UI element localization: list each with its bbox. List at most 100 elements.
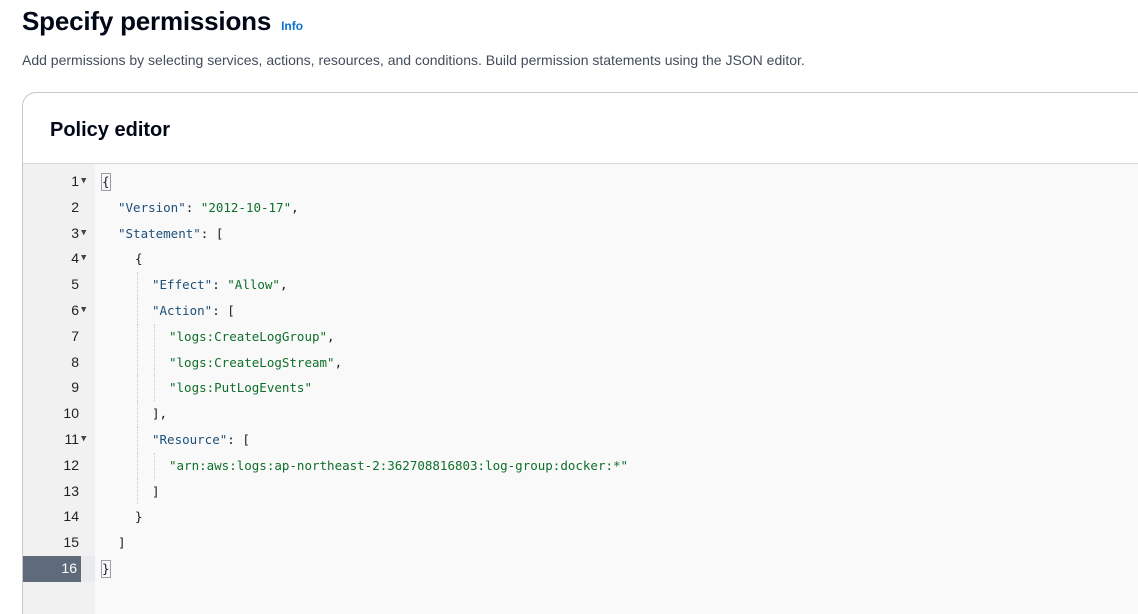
fold-toggle-icon[interactable]: ▼: [81, 427, 86, 453]
code-token: ]: [152, 483, 160, 499]
code-token: }: [101, 559, 111, 578]
line-number: 1: [71, 173, 79, 189]
panel-header: Policy editor: [23, 93, 1138, 164]
code-line[interactable]: 1 ▼ {: [23, 169, 1138, 195]
line-number: 7: [71, 327, 79, 344]
code-text: "logs:CreateLogStream",: [169, 350, 342, 376]
code-line[interactable]: 5 "Effect": "Allow",: [23, 272, 1138, 298]
indent-guide: [154, 375, 155, 402]
indent-guide: [137, 323, 138, 350]
indent-guide: [154, 323, 155, 350]
indent-guide: [137, 349, 138, 376]
code-token: {: [101, 173, 111, 191]
indent-guide: [137, 272, 138, 298]
code-text: ]: [152, 479, 160, 505]
code-text: {: [101, 169, 111, 195]
page-header: Specify permissions Info: [22, 6, 303, 37]
info-link[interactable]: Info: [281, 19, 303, 33]
code-line[interactable]: 6 ▼ "Action": [: [23, 297, 1138, 324]
code-token: :: [212, 277, 228, 293]
fold-toggle-icon[interactable]: ▼: [81, 169, 86, 195]
line-number: 14: [63, 508, 79, 525]
code-text: "Statement": [: [118, 221, 223, 247]
indent-guide: [154, 349, 155, 376]
code-token: : [: [212, 302, 235, 318]
code-text: "Effect": "Allow",: [152, 272, 288, 298]
code-token: "Effect": [152, 277, 213, 293]
code-line[interactable]: 13]: [23, 478, 1138, 505]
line-number: 15: [63, 534, 79, 551]
indent-guide: [137, 297, 138, 324]
code-token: "2012-10-17": [200, 199, 292, 215]
code-text: "Resource": [: [152, 427, 250, 453]
fold-toggle-icon[interactable]: ▼: [81, 221, 86, 247]
json-editor[interactable]: 1 ▼{2 "Version": "2012-10-17", 3 ▼ "Statement…: [23, 164, 1138, 614]
code-token: "Allow": [227, 277, 280, 293]
code-line[interactable]: 8 "logs:CreateLogStream",: [23, 349, 1138, 376]
code-text: "Version": "2012-10-17",: [118, 195, 299, 221]
panel-title: Policy editor: [50, 119, 171, 141]
code-text: }: [135, 504, 143, 530]
code-token: "Action": [152, 302, 213, 318]
code-token: : [: [200, 225, 224, 241]
code-line[interactable]: 15]: [23, 530, 1138, 556]
indent-guide: [154, 452, 155, 479]
code-text: }: [101, 556, 111, 582]
code-text: "logs:PutLogEvents": [169, 375, 312, 401]
line-number: 10: [63, 405, 79, 422]
policy-editor-panel: Policy editor 1 ▼{2 "Version": "2012-10-17…: [22, 92, 1138, 614]
code-token: "arn:aws:logs:ap-northeast-2:36270881680…: [169, 457, 629, 473]
code-token: "Resource": [152, 431, 228, 447]
code-line[interactable]: 2 "Version": "2012-10-17",: [23, 195, 1138, 221]
code-token: "logs:CreateLogGroup": [169, 328, 328, 344]
indent-guide: [137, 426, 138, 453]
code-line[interactable]: 14}: [23, 504, 1138, 530]
code-token: :: [185, 199, 201, 215]
code-token: "Version": [118, 199, 186, 215]
code-line[interactable]: 12 "arn:aws:logs:ap-northeast-2:362708816…: [23, 452, 1138, 479]
line-number: 11: [64, 430, 79, 447]
code-token: ,: [291, 199, 299, 215]
code-text: ]: [118, 530, 126, 556]
line-number: 5: [71, 276, 79, 293]
code-token: ,: [334, 354, 343, 370]
code-token: ,: [279, 277, 288, 293]
code-line[interactable]: 16}: [23, 555, 1138, 582]
code-token: ,: [327, 328, 335, 344]
indent-guide: [137, 452, 138, 479]
code-line[interactable]: 7 "logs:CreateLogGroup",: [23, 323, 1138, 350]
code-token: }: [135, 509, 143, 525]
indent-guide: [137, 401, 138, 427]
code-token: : [: [227, 431, 250, 447]
line-number: 4: [71, 250, 79, 267]
code-text: ],: [152, 401, 167, 427]
page-description: Add permissions by selecting services, a…: [22, 52, 805, 68]
line-number: 16: [23, 555, 81, 582]
code-text: "logs:CreateLogGroup",: [169, 324, 335, 350]
code-line[interactable]: 4 ▼ {: [23, 246, 1138, 272]
code-token: ],: [152, 406, 168, 422]
page-title: Specify permissions: [22, 6, 272, 36]
code-token: {: [135, 251, 143, 267]
code-line[interactable]: 10],: [23, 401, 1138, 427]
page: Specify permissions Info Add permissions…: [0, 0, 1138, 614]
line-number: 12: [63, 456, 79, 473]
fold-toggle-icon[interactable]: ▼: [81, 298, 86, 324]
line-number: 8: [71, 353, 79, 370]
code-line[interactable]: 11 ▼ "Resource": [: [23, 426, 1138, 453]
code-line[interactable]: 3 ▼ "Statement": [: [23, 221, 1138, 247]
code-token: ]: [118, 535, 126, 551]
code-line[interactable]: 9 "logs:PutLogEvents": [23, 375, 1138, 402]
fold-toggle-icon[interactable]: ▼: [81, 246, 86, 272]
title-row: Specify permissions Info: [22, 6, 303, 37]
line-number: 13: [63, 482, 79, 499]
line-number: 6: [71, 301, 79, 318]
line-number: 3: [71, 224, 79, 241]
code-token: "logs:PutLogEvents": [169, 380, 312, 396]
indent-guide: [137, 478, 138, 505]
code-token: "logs:CreateLogStream": [169, 354, 335, 370]
code-text: "arn:aws:logs:ap-northeast-2:36270881680…: [169, 453, 628, 479]
code-text: "Action": [: [152, 298, 235, 324]
line-number: 9: [71, 379, 79, 396]
line-number: 2: [71, 198, 79, 215]
